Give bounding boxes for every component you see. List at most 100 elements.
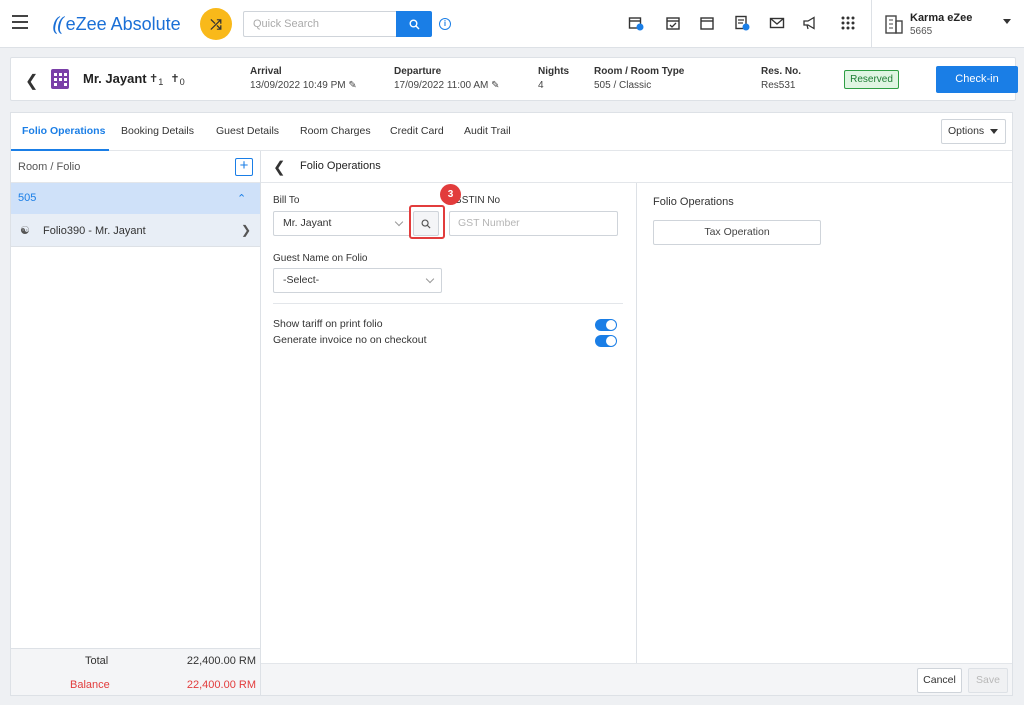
operations-area: Folio Operations Tax Operation xyxy=(638,183,1012,663)
tab-audit-trail[interactable]: Audit Trail xyxy=(464,125,511,137)
arrival-label: Arrival xyxy=(250,66,282,77)
options-label: Options xyxy=(948,125,985,137)
divider xyxy=(273,303,623,304)
folio-tree-icon: ☯ xyxy=(20,225,30,237)
back-arrow-icon[interactable]: ❮ xyxy=(273,158,286,176)
gstin-input[interactable]: GST Number xyxy=(449,211,618,236)
arrival-date[interactable]: 13/09/2022 10:49 PM ✎ xyxy=(250,80,357,91)
room-number: 505 xyxy=(18,192,37,204)
sidebar-header: Room / Folio + xyxy=(11,151,260,183)
generate-invoice-label: Generate invoice no on checkout xyxy=(273,334,427,346)
calendar-plus-icon[interactable] xyxy=(628,15,644,31)
logo[interactable]: (( eZee Absolute xyxy=(52,12,181,36)
caret-down-icon[interactable] xyxy=(1003,19,1011,24)
departure-label: Departure xyxy=(394,66,442,77)
panel-header: ❮ Folio Operations xyxy=(261,151,1012,183)
tab-room-charges[interactable]: Room Charges xyxy=(300,125,371,137)
guest-profile-icon xyxy=(51,69,69,89)
chevron-right-icon: ❯ xyxy=(241,223,252,237)
options-dropdown[interactable]: Options xyxy=(941,119,1006,144)
show-tariff-toggle[interactable] xyxy=(595,319,617,331)
guest-name[interactable]: Mr. Jayant xyxy=(83,71,147,86)
search-icon xyxy=(409,19,419,29)
megaphone-icon[interactable] xyxy=(802,15,818,31)
pax-count: ✝1 ✝0 xyxy=(149,72,185,87)
search-input[interactable]: Quick Search xyxy=(243,11,397,37)
guest-name-value: -Select- xyxy=(283,274,320,286)
generate-invoice-toggle[interactable] xyxy=(595,335,617,347)
bill-to-value: Mr. Jayant xyxy=(283,217,332,229)
calendar-icon[interactable] xyxy=(699,15,715,31)
add-folio-icon[interactable]: + xyxy=(235,158,253,176)
tax-operation-button[interactable]: Tax Operation xyxy=(653,220,821,245)
departure-value: 17/09/2022 11:00 AM xyxy=(394,80,489,91)
guest-name-label: Guest Name on Folio xyxy=(273,253,368,264)
save-button[interactable]: Save xyxy=(968,668,1008,693)
main-panel: Folio Operations Booking Details Guest D… xyxy=(10,112,1013,696)
balance-label: Balance xyxy=(70,679,110,691)
total-value: 22,400.00 RM xyxy=(186,655,256,667)
menu-icon[interactable] xyxy=(12,15,28,29)
nights-value: 4 xyxy=(538,80,544,91)
chevron-up-icon[interactable]: ⌃ xyxy=(237,192,246,205)
total-label: Total xyxy=(85,655,109,667)
logo-mark-icon: (( xyxy=(52,12,64,36)
adult-count: 1 xyxy=(158,77,164,88)
guest-name-select[interactable]: -Select- xyxy=(273,268,442,293)
gstin-label: GSTIN No xyxy=(454,195,501,206)
bill-to-select[interactable]: Mr. Jayant xyxy=(273,211,411,236)
nights-label: Nights xyxy=(538,66,570,77)
res-no-value: Res531 xyxy=(761,80,796,91)
form-footer: Cancel Save xyxy=(261,663,1012,695)
logo-text: eZee Absolute xyxy=(65,13,181,34)
tab-credit-card[interactable]: Credit Card xyxy=(390,125,444,137)
apps-grid-icon[interactable] xyxy=(840,15,856,31)
arrival-value: 13/09/2022 10:49 PM xyxy=(250,80,346,91)
sidebar-title: Room / Folio xyxy=(18,161,81,173)
folio-label: Folio390 - Mr. Jayant xyxy=(43,225,146,237)
operations-title: Folio Operations xyxy=(653,196,734,208)
folio-item[interactable]: ☯ Folio390 - Mr. Jayant ❯ xyxy=(11,214,260,247)
folio-form: Bill To Mr. Jayant GSTIN No GST Number 3… xyxy=(261,183,637,663)
room-folio-sidebar: Room / Folio + 505 ⌃ ☯ Folio390 - Mr. Ja… xyxy=(11,151,261,695)
status-badge: Reserved xyxy=(844,70,899,89)
tab-guest-details[interactable]: Guest Details xyxy=(216,125,279,137)
room-type-label: Room / Room Type xyxy=(594,66,685,77)
property-name: Karma eZee xyxy=(910,12,973,24)
chevron-down-icon xyxy=(394,217,404,227)
tutorial-highlight xyxy=(409,205,445,239)
folio-operations-panel: ❮ Folio Operations Bill To Mr. Jayant GS… xyxy=(261,151,1012,695)
totals-footer: Total 22,400.00 RM Balance 22,400.00 RM xyxy=(11,648,260,695)
building-icon xyxy=(884,13,904,38)
top-bar: (( eZee Absolute ⤮ Quick Search i Karma … xyxy=(0,0,1024,48)
tab-booking-details[interactable]: Booking Details xyxy=(121,125,194,137)
account-menu[interactable]: Karma eZee 5665 xyxy=(871,0,1024,48)
res-no-label: Res. No. xyxy=(761,66,802,77)
bill-to-label: Bill To xyxy=(273,195,300,206)
check-in-button[interactable]: Check-in xyxy=(936,66,1018,93)
edit-icon[interactable]: ✎ xyxy=(348,80,356,91)
room-type-value: 505 / Classic xyxy=(594,80,652,91)
child-count: 0 xyxy=(179,77,185,88)
invoice-icon[interactable] xyxy=(734,15,750,31)
cancel-button[interactable]: Cancel xyxy=(917,668,962,693)
tab-bar: Folio Operations Booking Details Guest D… xyxy=(11,113,1012,151)
back-arrow-icon[interactable]: ❮ xyxy=(25,71,38,91)
child-icon: ✝ xyxy=(170,73,180,85)
panel-title: Folio Operations xyxy=(300,160,381,172)
property-code: 5665 xyxy=(910,26,933,37)
show-tariff-label: Show tariff on print folio xyxy=(273,318,383,330)
shuffle-icon[interactable]: ⤮ xyxy=(200,8,232,40)
edit-icon[interactable]: ✎ xyxy=(491,80,499,91)
room-item[interactable]: 505 ⌃ xyxy=(11,183,260,214)
info-icon[interactable]: i xyxy=(439,18,451,30)
caret-down-icon xyxy=(990,129,998,134)
tab-folio-operations[interactable]: Folio Operations xyxy=(22,125,105,137)
mail-icon[interactable] xyxy=(769,15,785,31)
calendar-check-icon[interactable] xyxy=(665,15,681,31)
departure-date[interactable]: 17/09/2022 11:00 AM ✎ xyxy=(394,80,500,91)
search-button[interactable] xyxy=(396,11,432,37)
adult-icon: ✝ xyxy=(149,73,159,85)
chevron-down-icon xyxy=(425,274,435,284)
balance-value: 22,400.00 RM xyxy=(186,679,256,691)
